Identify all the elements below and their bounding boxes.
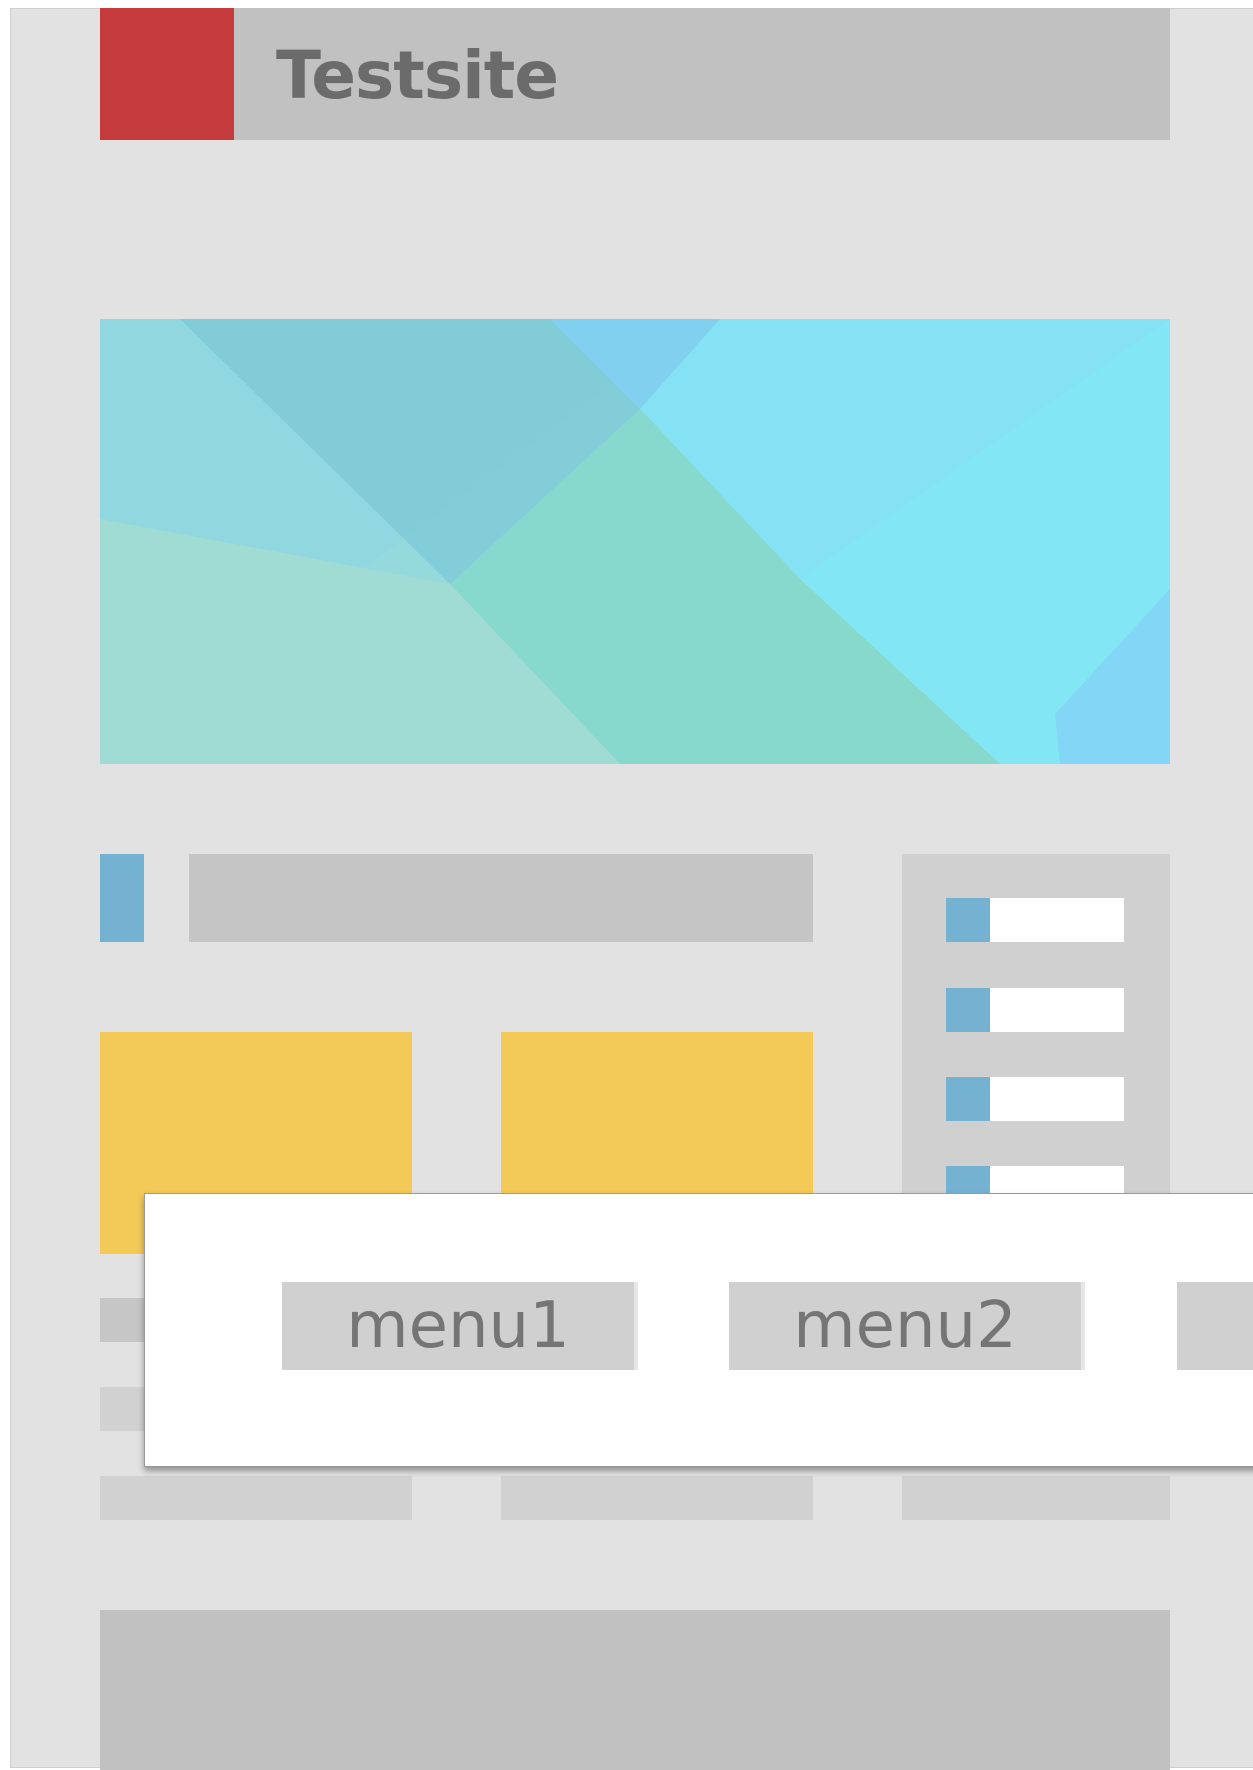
sidebar-list-item[interactable] xyxy=(946,898,1124,942)
site-header xyxy=(100,8,1170,140)
section-heading-placeholder xyxy=(189,854,813,942)
hero-image xyxy=(100,319,1170,764)
site-title[interactable]: Testsite xyxy=(276,36,559,116)
sidebar-list-item[interactable] xyxy=(946,988,1124,1032)
menu-item-3[interactable]: menu3 xyxy=(1177,1282,1253,1370)
menu-item-1[interactable]: menu1 xyxy=(282,1282,638,1370)
text-line-placeholder xyxy=(100,1476,412,1520)
section-accent xyxy=(100,854,144,942)
site-logo[interactable] xyxy=(100,8,234,140)
text-line-placeholder xyxy=(501,1476,813,1520)
text-line-placeholder xyxy=(902,1476,1170,1520)
menu-item-2[interactable]: menu2 xyxy=(729,1282,1085,1370)
bullet-icon xyxy=(946,1077,990,1121)
bullet-icon xyxy=(946,898,990,942)
hero-graphic xyxy=(100,319,1170,764)
sidebar-list-item[interactable] xyxy=(946,1077,1124,1121)
site-footer xyxy=(100,1610,1170,1770)
bullet-icon xyxy=(946,988,990,1032)
